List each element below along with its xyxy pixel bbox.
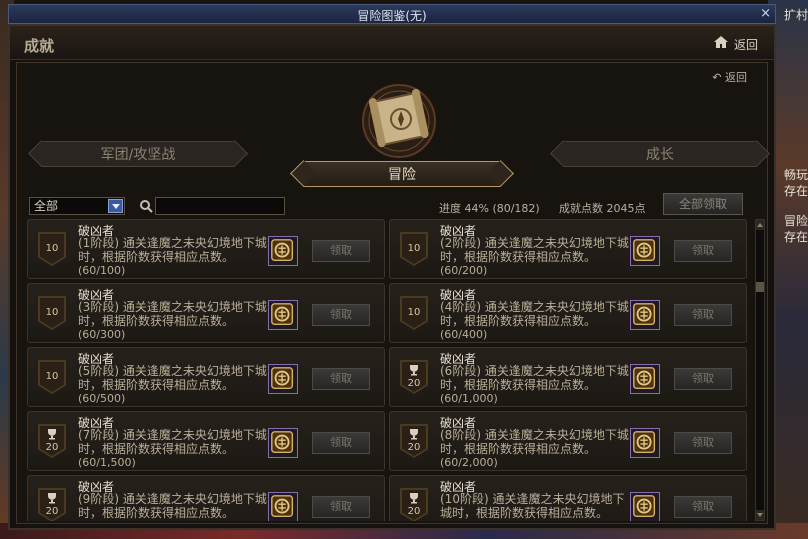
achievement-description: (1阶段) 通关逢魔之未央幻境地下城时，根据阶数获得相应点数。 bbox=[78, 236, 267, 264]
sub-back-button[interactable]: ↶ 返回 bbox=[712, 69, 747, 85]
achievement-card: 10 破凶者 (3阶段) 通关逢魔之未央幻境地下城时，根据阶数获得相应点数。 (60/… bbox=[27, 283, 385, 343]
adventure-window: 成就 返回 ↶ 返回 军团/攻坚战 成长 冒险 全部 进度 44% (80/18… bbox=[8, 24, 776, 530]
achievement-card: 10 破凶者 (1阶段) 通关逢魔之未央幻境地下城时，根据阶数获得相应点数。 (60/… bbox=[27, 219, 385, 279]
reward-emblem-icon[interactable] bbox=[268, 236, 298, 266]
achievement-description: (6阶段) 通关逢魔之未央幻境地下城时，根据阶数获得相应点数。 bbox=[440, 364, 629, 392]
bg-label: 冒险 bbox=[783, 214, 808, 228]
page-title: 成就 bbox=[24, 37, 55, 55]
return-arrow-icon: ↶ bbox=[712, 71, 722, 84]
bg-label: 畅玩 bbox=[783, 168, 808, 182]
claim-button[interactable]: 领取 bbox=[312, 304, 370, 326]
achievement-progress: (60/1,000) bbox=[440, 392, 498, 405]
reward-emblem-icon[interactable] bbox=[630, 300, 660, 330]
achievement-progress: (60/300) bbox=[78, 328, 126, 341]
search-icon bbox=[140, 200, 153, 213]
scroll-thumb[interactable] bbox=[756, 282, 764, 292]
sub-back-label: 返回 bbox=[725, 71, 747, 84]
achievement-progress: (60/400) bbox=[440, 328, 488, 341]
achievement-progress: (60/500) bbox=[78, 392, 126, 405]
achievement-progress: (60/2,500) bbox=[78, 520, 136, 521]
bg-label: 扩村 bbox=[783, 8, 808, 22]
tab-legion-raid[interactable]: 军团/攻坚战 bbox=[41, 141, 235, 167]
reward-emblem-icon[interactable] bbox=[630, 428, 660, 458]
achievement-progress: (60/200) bbox=[440, 264, 488, 277]
trophy-icon bbox=[48, 493, 56, 504]
scroll-compass-emblem-icon bbox=[362, 84, 436, 158]
rank-points: 20 bbox=[45, 442, 59, 453]
achievement-description: (10阶段) 通关逢魔之未央幻境地下城时，根据阶数获得相应点数。 bbox=[440, 492, 625, 520]
achievement-description: (7阶段) 通关逢魔之未央幻境地下城时，根据阶数获得相应点数。 bbox=[78, 428, 267, 456]
rank-points: 10 bbox=[45, 371, 59, 382]
claim-button[interactable]: 领取 bbox=[312, 432, 370, 454]
trophy-icon bbox=[410, 365, 418, 376]
achievement-list: 10 破凶者 (1阶段) 通关逢魔之未央幻境地下城时，根据阶数获得相应点数。 (60/… bbox=[27, 219, 749, 521]
achievement-progress: (60/3,000) bbox=[440, 520, 498, 521]
window-title: 冒险图鉴(无) bbox=[357, 9, 427, 23]
achievement-card: 20 破凶者 (6阶段) 通关逢魔之未央幻境地下城时，根据阶数获得相应点数。 (60/… bbox=[389, 347, 747, 407]
claim-button[interactable]: 领取 bbox=[674, 240, 732, 262]
reward-emblem-icon[interactable] bbox=[268, 300, 298, 330]
achievement-description: (2阶段) 通关逢魔之未央幻境地下城时，根据阶数获得相应点数。 bbox=[440, 236, 629, 264]
scroll-up-button[interactable] bbox=[756, 220, 764, 230]
achievement-card: 10 破凶者 (4阶段) 通关逢魔之未央幻境地下城时，根据阶数获得相应点数。 (60/… bbox=[389, 283, 747, 343]
close-button[interactable]: × bbox=[760, 6, 771, 21]
bg-label: 存在 bbox=[783, 184, 808, 198]
achievement-card: 10 破凶者 (5阶段) 通关逢魔之未央幻境地下城时，根据阶数获得相应点数。 (60/… bbox=[27, 347, 385, 407]
rank-points: 20 bbox=[407, 442, 421, 453]
reward-emblem-icon[interactable] bbox=[268, 428, 298, 458]
achievement-panel: ↶ 返回 军团/攻坚战 成长 冒险 全部 进度 44% (80/182) 成就点… bbox=[16, 62, 768, 524]
scroll-down-button[interactable] bbox=[756, 510, 764, 520]
achievement-description: (5阶段) 通关逢魔之未央幻境地下城时，根据阶数获得相应点数。 bbox=[78, 364, 267, 392]
rank-points: 20 bbox=[45, 506, 59, 517]
achievement-card: 20破凶者(10阶段) 通关逢魔之未央幻境地下城时，根据阶数获得相应点数。(60… bbox=[389, 475, 747, 521]
claim-button[interactable]: 领取 bbox=[674, 304, 732, 326]
rank-points: 10 bbox=[407, 243, 421, 254]
bg-label: 存在 bbox=[783, 230, 808, 244]
search-input[interactable] bbox=[155, 197, 285, 215]
claim-button[interactable]: 领取 bbox=[674, 496, 732, 518]
category-select-value: 全部 bbox=[34, 199, 59, 213]
rank-points: 10 bbox=[45, 307, 59, 318]
progress-text: 进度 44% (80/182) bbox=[439, 202, 540, 215]
achievement-description: (8阶段) 通关逢魔之未央幻境地下城时，根据阶数获得相应点数。 bbox=[440, 428, 629, 456]
reward-emblem-icon[interactable] bbox=[630, 492, 660, 521]
claim-button[interactable]: 领取 bbox=[312, 240, 370, 262]
claim-all-button[interactable]: 全部领取 bbox=[663, 193, 743, 215]
list-scrollbar[interactable] bbox=[755, 219, 765, 521]
achievement-card: 20 破凶者 (7阶段) 通关逢魔之未央幻境地下城时，根据阶数获得相应点数。 (60/… bbox=[27, 411, 385, 471]
back-button[interactable]: 返回 bbox=[734, 36, 758, 53]
rank-points: 10 bbox=[45, 243, 59, 254]
window-header: 成就 返回 bbox=[10, 26, 774, 60]
reward-emblem-icon[interactable] bbox=[268, 492, 298, 521]
window-titlebar[interactable]: 冒险图鉴(无) × bbox=[8, 4, 776, 24]
reward-emblem-icon[interactable] bbox=[268, 364, 298, 394]
rank-points: 10 bbox=[407, 307, 421, 318]
rank-points: 20 bbox=[407, 506, 421, 517]
trophy-icon bbox=[410, 429, 418, 440]
claim-button[interactable]: 领取 bbox=[674, 432, 732, 454]
achievement-card: 10 破凶者 (2阶段) 通关逢魔之未央幻境地下城时，根据阶数获得相应点数。 (60/… bbox=[389, 219, 747, 279]
achievement-card: 20破凶者(9阶段) 通关逢魔之未央幻境地下城时，根据阶数获得相应点数。(60/… bbox=[27, 475, 385, 521]
tab-growth[interactable]: 成长 bbox=[563, 141, 757, 167]
trophy-icon bbox=[410, 493, 418, 504]
achievement-description: (3阶段) 通关逢魔之未央幻境地下城时，根据阶数获得相应点数。 bbox=[78, 300, 267, 328]
rank-points: 20 bbox=[407, 378, 421, 389]
claim-button[interactable]: 领取 bbox=[674, 368, 732, 390]
tab-adventure[interactable]: 冒险 bbox=[303, 161, 501, 187]
category-select[interactable]: 全部 bbox=[29, 197, 125, 215]
achievement-progress: (60/2,000) bbox=[440, 456, 498, 469]
reward-emblem-icon[interactable] bbox=[630, 236, 660, 266]
achievement-card: 20 破凶者 (8阶段) 通关逢魔之未央幻境地下城时，根据阶数获得相应点数。 (60/… bbox=[389, 411, 747, 471]
achievement-description: (4阶段) 通关逢魔之未央幻境地下城时，根据阶数获得相应点数。 bbox=[440, 300, 629, 328]
home-icon[interactable] bbox=[714, 36, 728, 48]
chevron-down-icon[interactable] bbox=[108, 199, 123, 213]
reward-emblem-icon[interactable] bbox=[630, 364, 660, 394]
trophy-icon bbox=[48, 429, 56, 440]
achievement-description: (9阶段) 通关逢魔之未央幻境地下城时，根据阶数获得相应点数。 bbox=[78, 492, 267, 520]
claim-button[interactable]: 领取 bbox=[312, 368, 370, 390]
achievement-progress: (60/100) bbox=[78, 264, 126, 277]
achievement-progress: (60/1,500) bbox=[78, 456, 136, 469]
achievement-points: 成就点数 2045点 bbox=[559, 202, 646, 215]
claim-button[interactable]: 领取 bbox=[312, 496, 370, 518]
